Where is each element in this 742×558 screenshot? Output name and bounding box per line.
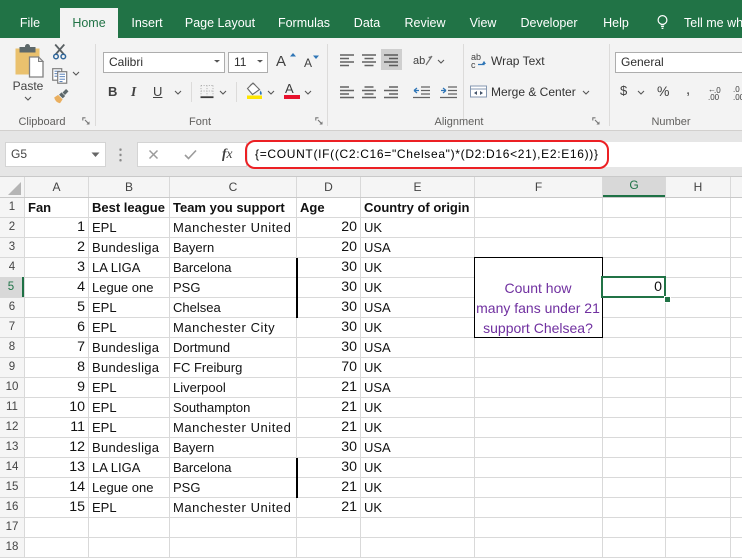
svg-text:ab: ab — [413, 55, 425, 67]
svg-text:.00: .00 — [733, 93, 742, 102]
svg-text:c: c — [471, 60, 476, 70]
svg-text:.00: .00 — [708, 93, 720, 102]
